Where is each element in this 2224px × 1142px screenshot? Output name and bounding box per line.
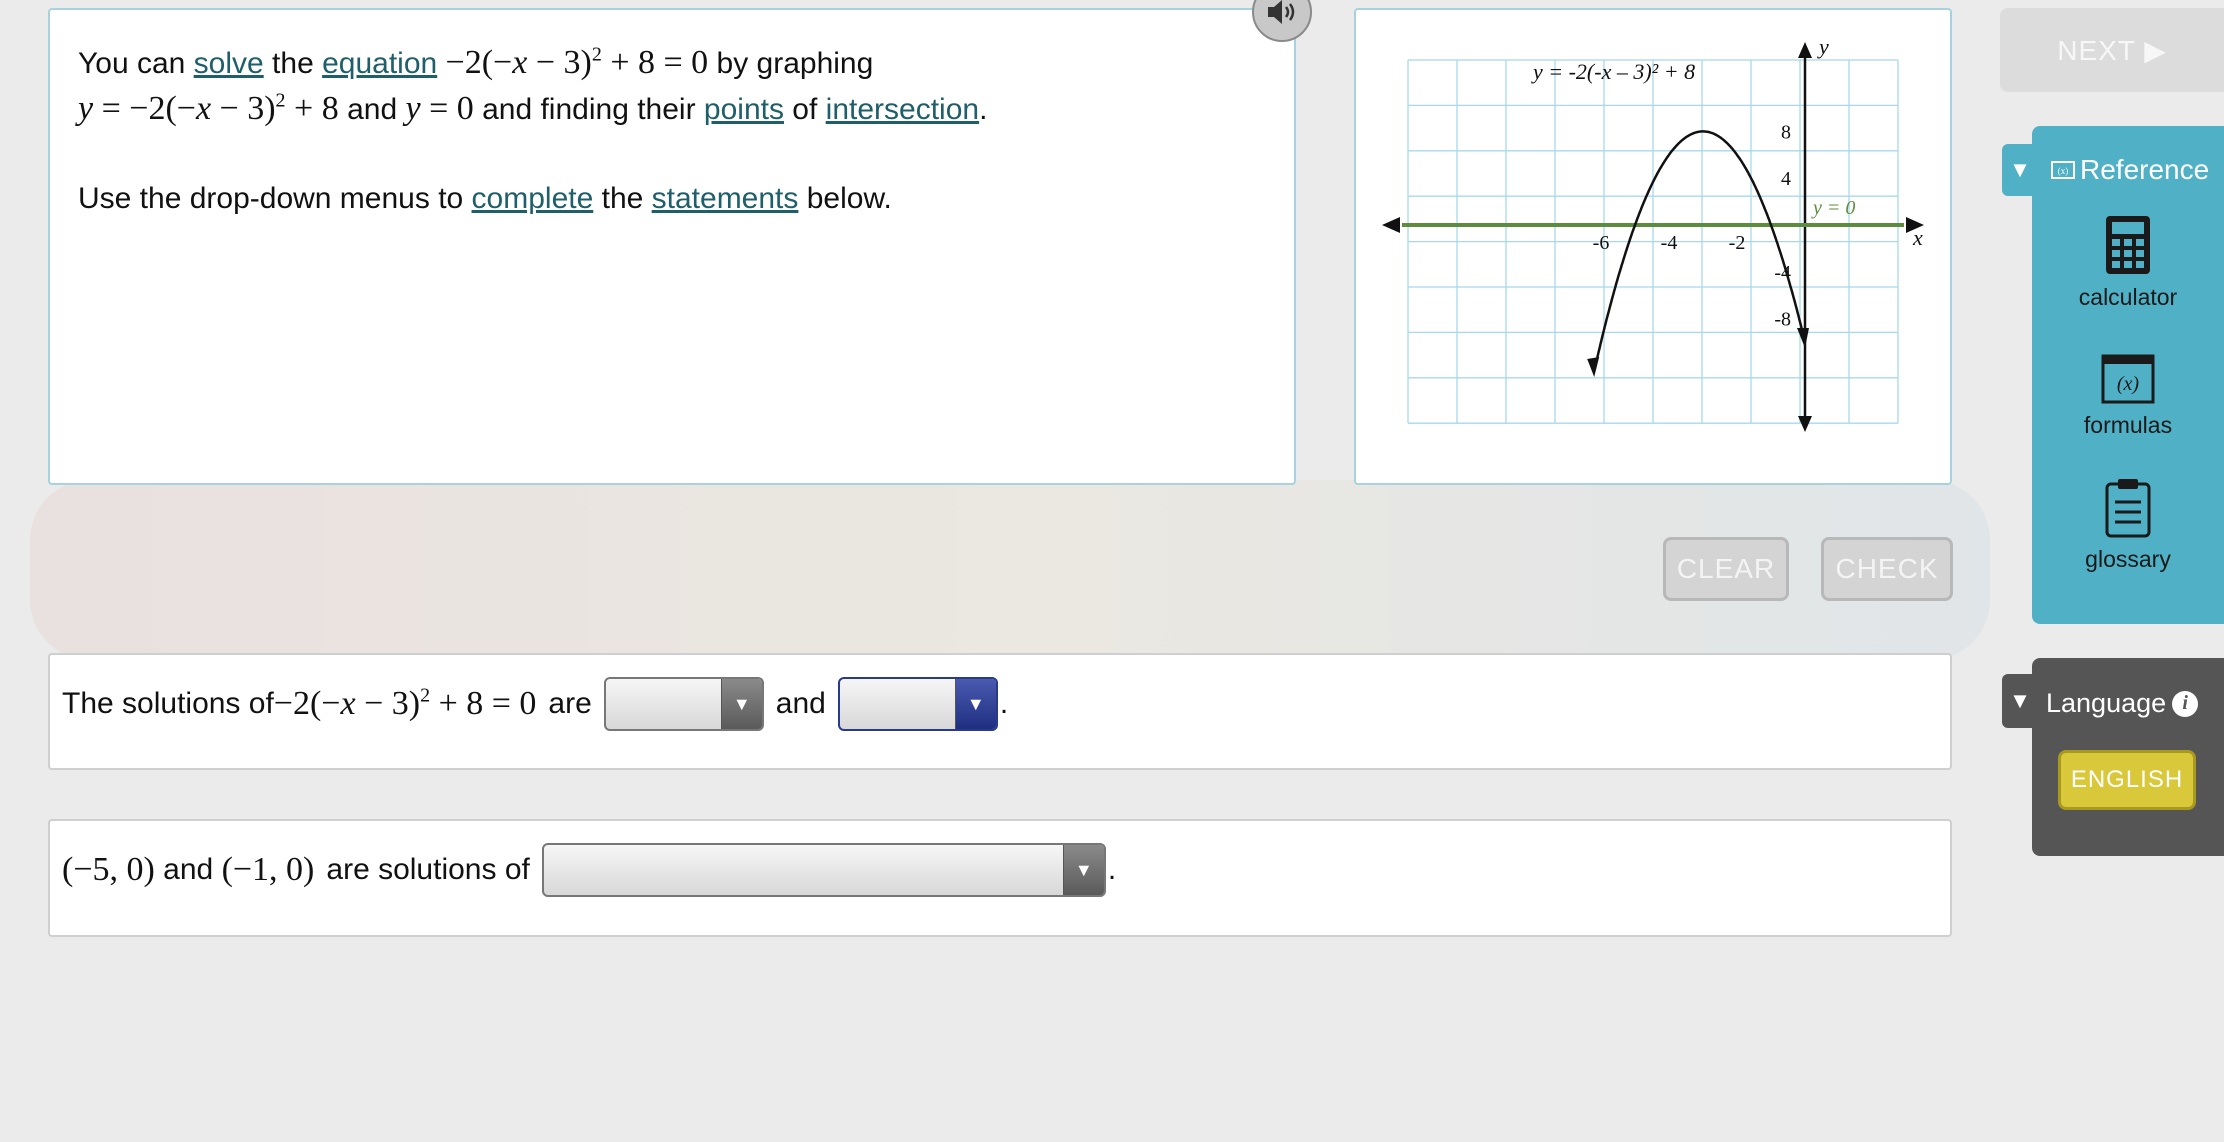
language-toggle[interactable]: ▼: [2002, 674, 2038, 728]
x-tick-label: -4: [1661, 232, 1678, 254]
info-icon[interactable]: i: [2172, 690, 2199, 717]
function-math: y = −2(−x − 3)2 + 8: [78, 89, 339, 127]
clear-button[interactable]: CLEAR: [1663, 537, 1789, 601]
y-tick-label: -4: [1774, 262, 1791, 284]
prompt-text: of: [783, 93, 826, 126]
prompt-text: You can: [78, 47, 194, 80]
y-tick-label: -8: [1774, 309, 1791, 331]
curve-arrow: [1797, 328, 1809, 348]
parabola-curve: [1592, 130, 1807, 372]
solution-dropdown-2[interactable]: ▼: [837, 677, 998, 731]
x-axis-label: x: [1912, 225, 1923, 250]
line-math: y = 0: [405, 90, 474, 127]
svg-text:(x): (x): [2117, 373, 2140, 395]
speaker-icon: [1268, 0, 1295, 24]
collapse-triangle-icon: ▼: [2009, 157, 2031, 182]
prompt-text: .: [979, 93, 988, 126]
language-title: Language: [2046, 688, 2167, 718]
check-button[interactable]: CHECK: [1821, 537, 1953, 601]
line-label: y = 0: [1811, 197, 1855, 219]
statement-text: The solutions of: [62, 687, 274, 720]
formulas-icon: (x): [2101, 354, 2155, 404]
prompt-text: the: [263, 47, 323, 80]
prompt-text: and finding their: [473, 93, 704, 126]
collapse-triangle-icon: ▼: [2009, 688, 2031, 713]
answer-statement-2: (−5, 0) and (−1, 0) are solutions of ▼ .: [48, 819, 1952, 937]
reference-toggle[interactable]: ▼: [2002, 144, 2038, 196]
x-tick-label: -2: [1729, 232, 1746, 254]
glossary-icon: [2105, 479, 2151, 538]
prompt-text: Use the drop-down menus to: [78, 182, 472, 215]
prompt-line-3: Use the drop-down menus to complete the …: [78, 182, 892, 216]
calculator-tool[interactable]: calculator: [2032, 214, 2224, 311]
statement-text: are solutions of: [326, 853, 530, 886]
glossary-tool[interactable]: glossary: [2032, 478, 2224, 573]
prompt-line-2: y = −2(−x − 3)2 + 8 and y = 0 and findin…: [78, 90, 987, 128]
formulas-tool[interactable]: (x) formulas: [2032, 354, 2224, 439]
statement-text: .: [1107, 853, 1117, 886]
solution-dropdown-1[interactable]: ▼: [603, 677, 764, 731]
glossary-link-points[interactable]: points: [704, 93, 784, 126]
y-tick-label: 4: [1781, 168, 1791, 190]
prompt-text: and: [338, 93, 406, 126]
point-math-2: (−1, 0): [221, 851, 315, 888]
equation-math: −2(−x − 3)2 + 8 = 0: [273, 684, 537, 722]
reference-panel: (x) Reference calculator (x) formulas gl…: [2032, 126, 2224, 624]
prompt-text: below.: [798, 182, 892, 215]
reference-title: Reference: [2080, 154, 2210, 185]
glossary-link-complete[interactable]: complete: [472, 182, 594, 215]
prompt-text: by graphing: [708, 47, 874, 80]
equation-dropdown[interactable]: ▼: [541, 843, 1106, 897]
chevron-down-icon[interactable]: ▼: [720, 679, 762, 729]
statement-text: .: [999, 687, 1009, 720]
glossary-link-solve[interactable]: solve: [194, 47, 264, 80]
y-axis-arrow: [1798, 416, 1812, 432]
y-axis-arrow: [1798, 42, 1812, 58]
calculator-label: calculator: [2078, 284, 2178, 310]
x-tick-label: -6: [1593, 232, 1610, 254]
glossary-link-equation[interactable]: equation: [322, 47, 437, 80]
glossary-label: glossary: [2085, 546, 2171, 572]
formulas-label: formulas: [2083, 412, 2173, 438]
next-button[interactable]: NEXT ▶: [2000, 8, 2224, 92]
language-panel: Language i ENGLISH: [2032, 658, 2224, 856]
statement-text: and: [154, 853, 222, 886]
prompt-panel: You can solve the equation −2(−x − 3)2 +…: [48, 8, 1296, 485]
prompt-text: the: [593, 182, 652, 215]
answer-statement-1: The solutions of −2(−x − 3)2 + 8 = 0 are…: [48, 653, 1952, 770]
x-axis-arrow: [1382, 217, 1400, 233]
glossary-link-statements[interactable]: statements: [652, 182, 799, 215]
english-language-button[interactable]: ENGLISH: [2058, 750, 2196, 810]
chevron-down-icon[interactable]: ▼: [954, 679, 996, 729]
calculator-icon: [2106, 216, 2150, 274]
function-graph: -6 -4 -2 8 4 -4 -8 x y y = -2(-x – 3)² + 8 y = 0: [1382, 34, 1924, 432]
curve-label: y = -2(-x – 3)² + 8: [1531, 59, 1695, 84]
y-axis-label: y: [1817, 34, 1829, 59]
prompt-line-1: You can solve the equation −2(−x − 3)2 +…: [78, 44, 873, 82]
graph-panel: -6 -4 -2 8 4 -4 -8 x y y = -2(-x – 3)² + 8 y = 0: [1354, 8, 1952, 485]
point-math-1: (−5, 0): [62, 851, 155, 888]
statement-text: and: [775, 687, 826, 720]
statement-text: are: [548, 687, 592, 720]
language-header: Language i: [2046, 688, 2199, 719]
reference-header[interactable]: (x) Reference: [2050, 154, 2209, 186]
glossary-link-intersection[interactable]: intersection: [826, 93, 979, 126]
equation-math: −2(−x − 3)2 + 8 = 0: [445, 43, 709, 81]
formula-box-icon: (x): [2051, 161, 2075, 179]
y-tick-label: 8: [1781, 121, 1791, 143]
svg-text:(x): (x): [2058, 166, 2069, 176]
chevron-down-icon[interactable]: ▼: [1062, 845, 1104, 895]
curve-arrow: [1587, 357, 1600, 378]
